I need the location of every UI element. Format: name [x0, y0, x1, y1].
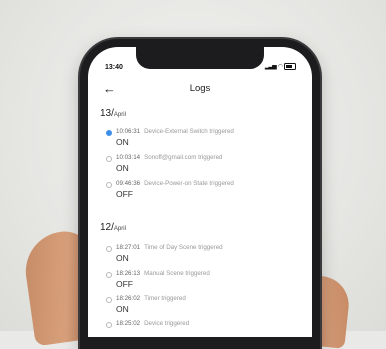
page-title: Logs [189, 83, 211, 94]
entry-state: ON [116, 137, 129, 147]
entry-event: Timer triggered [144, 295, 186, 302]
signal-icon: ▂▃▅ [264, 64, 277, 70]
entry-state: ON [116, 304, 129, 314]
date-day: 12/ [100, 222, 114, 233]
entry-state: ON [116, 253, 129, 263]
entry-time: 10:03:14 [116, 154, 141, 161]
entry-time: 18:26:02 [116, 295, 141, 302]
status-dot-icon [106, 156, 112, 162]
entry-time: 18:26:13 [116, 270, 141, 277]
notch [136, 47, 264, 69]
entry-state: ON [116, 163, 129, 173]
entry-time: 18:27:01 [116, 244, 141, 251]
entry-state: OFF [116, 189, 133, 199]
status-dot-icon [106, 246, 112, 252]
phone-screen: 13:40 ▂▃▅ ◠ ← Logs 13/April 10:06:31 Devi… [88, 47, 312, 337]
entry-state: OFF [116, 279, 133, 289]
date-month: April [113, 112, 126, 118]
status-time: 13:40 [105, 64, 123, 71]
entry-event: Sonoff@gmail.com triggered [144, 154, 223, 161]
entry-time: 18:25:02 [116, 320, 141, 327]
date-header: 12/April [100, 222, 126, 233]
entry-time: 09:46:36 [116, 180, 141, 187]
status-icons: ▂▃▅ ◠ [265, 63, 296, 70]
battery-icon [284, 63, 296, 70]
wifi-icon: ◠ [277, 64, 283, 70]
status-dot-icon [106, 322, 112, 328]
entry-event: Manual Scene triggered [144, 270, 210, 277]
entry-event: Time of Day Scene triggered [144, 244, 223, 251]
status-dot-icon [106, 130, 112, 136]
status-dot-icon [106, 272, 112, 278]
entry-event: Device-External Switch triggered [144, 128, 234, 135]
entry-event: Device triggered [144, 320, 190, 327]
date-day: 13/ [100, 108, 114, 119]
entry-time: 10:06:31 [116, 128, 141, 135]
status-dot-icon [106, 297, 112, 303]
entry-event: Device-Power-on State triggered [144, 180, 234, 187]
date-month: April [113, 226, 126, 232]
status-dot-icon [106, 182, 112, 188]
date-header: 13/April [100, 108, 126, 119]
